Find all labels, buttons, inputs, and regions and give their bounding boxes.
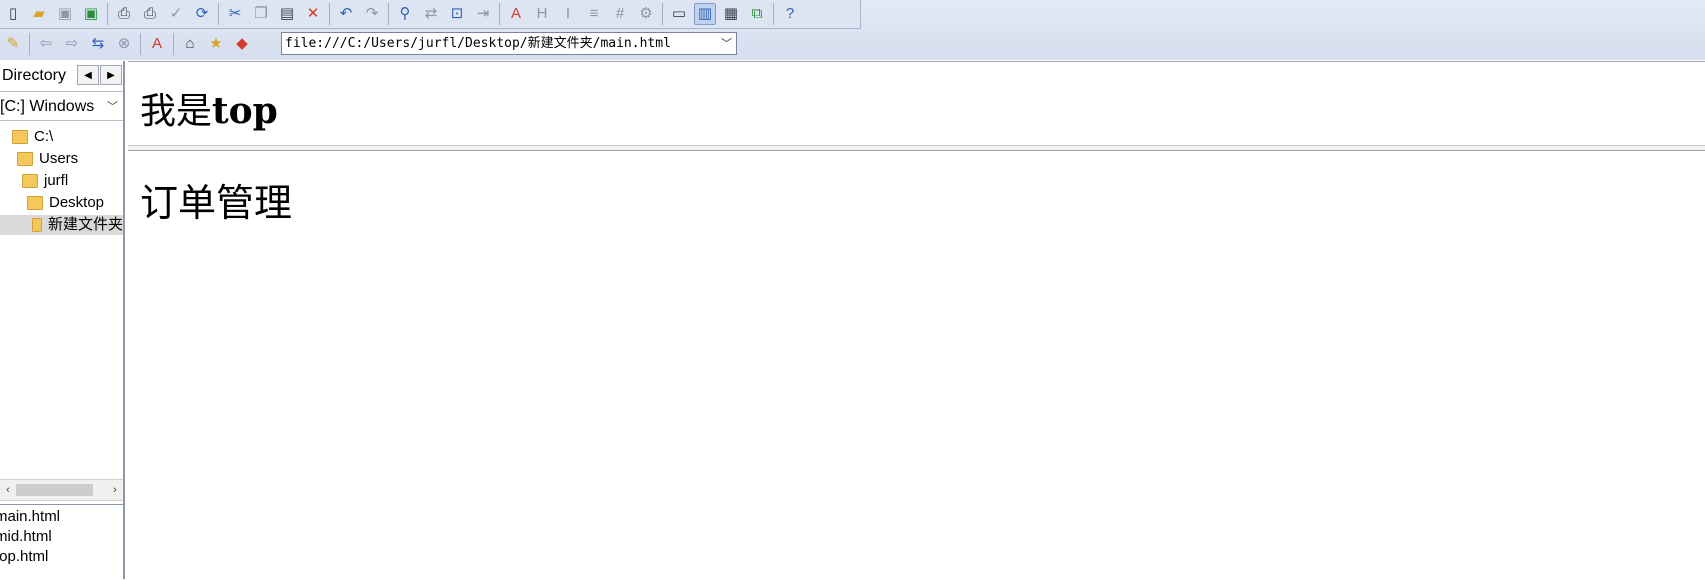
directory-title: Directory — [2, 67, 67, 84]
refresh-icon[interactable]: ⟳ — [191, 3, 213, 25]
indent-icon[interactable]: ⇥ — [472, 3, 494, 25]
edit-pencil-icon[interactable]: ✎ — [2, 33, 24, 55]
goto-icon[interactable]: ⊡ — [446, 3, 468, 25]
save-all-icon[interactable]: ▣ — [80, 3, 102, 25]
toolbar-area: ▯ ▰ ▣ ▣ ⎙ ⎙ ✓ ⟳ ✂ ❐ ▤ ✕ ↶ ↷ ⚲ ⇄ ⊡ ⇥ A H … — [0, 0, 1705, 60]
folder-icon — [27, 196, 43, 210]
toolbar-separator — [29, 33, 30, 55]
print-preview-icon[interactable]: ⎙ — [113, 3, 135, 25]
split-view-icon[interactable]: ▥ — [694, 3, 716, 25]
italic-icon[interactable]: I — [557, 3, 579, 25]
top-frame-heading-prefix: 我是 — [140, 91, 213, 132]
help-icon[interactable]: ? — [779, 3, 801, 25]
tree-item-jurfl[interactable]: jurfl — [22, 171, 123, 191]
normal-view-icon[interactable]: ▭ — [668, 3, 690, 25]
scroll-thumb[interactable] — [16, 484, 93, 496]
nav-toolbar: ✎ ⇦ ⇨ ⇆ ⊗ A ⌂ ★ ◆ — [0, 30, 255, 58]
toolbar-separator — [329, 3, 330, 25]
tree-item-c[interactable]: C:\ — [12, 127, 123, 147]
tree-item-label: Users — [39, 150, 79, 167]
replace-icon[interactable]: ⇄ — [420, 3, 442, 25]
next-panel-button[interactable]: ▶ — [100, 65, 122, 85]
tree-item-label: Desktop — [49, 194, 105, 211]
frame-divider[interactable] — [128, 145, 1705, 151]
heading-icon[interactable]: H — [531, 3, 553, 25]
tree-item-label: jurfl — [44, 172, 69, 189]
copy-icon[interactable]: ❐ — [250, 3, 272, 25]
folder-tree: C:\ Users jurfl Desktop 新建文件夹 — [0, 125, 123, 491]
main-frame-heading: 订单管理 — [140, 181, 293, 225]
paste-icon[interactable]: ▤ — [276, 3, 298, 25]
folder-icon — [32, 218, 42, 232]
back-icon[interactable]: ⇦ — [35, 33, 57, 55]
undo-icon[interactable]: ↶ — [335, 3, 357, 25]
file-item-top[interactable]: top.html — [0, 548, 48, 565]
cut-icon[interactable]: ✂ — [224, 3, 246, 25]
home-icon[interactable]: ⌂ — [179, 33, 201, 55]
directory-panel: Directory ◀ ▶ [C:] Windows ﹀ C:\ Users j… — [0, 61, 125, 579]
directory-header: Directory ◀ ▶ — [0, 61, 123, 92]
tree-item-desktop[interactable]: Desktop — [27, 193, 123, 213]
file-list: main.html mid.html top.html — [0, 504, 123, 580]
find-icon[interactable]: ⚲ — [394, 3, 416, 25]
outdent-icon[interactable]: ≡ — [583, 3, 605, 25]
toolbar-separator — [388, 3, 389, 25]
tree-item-label: C:\ — [34, 128, 54, 145]
tree-item-users[interactable]: Users — [17, 149, 123, 169]
delete-icon[interactable]: ✕ — [302, 3, 324, 25]
top-frame-heading: 我是top — [140, 82, 278, 134]
toolbar-separator — [218, 3, 219, 25]
font-icon[interactable]: A — [505, 3, 527, 25]
forward-icon[interactable]: ⇨ — [61, 33, 83, 55]
scroll-left-icon[interactable]: ‹ — [0, 480, 16, 500]
toolbar-separator — [107, 3, 108, 25]
preview-pane: 我是top 订单管理 — [128, 61, 1705, 580]
tree-item-new-folder[interactable]: 新建文件夹 — [0, 215, 123, 235]
print-icon[interactable]: ⎙ — [139, 3, 161, 25]
stop-icon[interactable]: ⊗ — [113, 33, 135, 55]
address-bar[interactable]: file:///C:/Users/jurfl/Desktop/新建文件夹/mai… — [281, 32, 737, 55]
validate-icon[interactable]: A — [146, 33, 168, 55]
address-text: file:///C:/Users/jurfl/Desktop/新建文件夹/mai… — [285, 36, 671, 51]
horizontal-scrollbar[interactable]: ‹ › — [0, 479, 123, 501]
preview-view-icon[interactable]: ▦ — [720, 3, 742, 25]
numbering-icon[interactable]: # — [609, 3, 631, 25]
bookmark-icon[interactable]: ◆ — [231, 33, 253, 55]
reload-icon[interactable]: ⇆ — [87, 33, 109, 55]
redo-icon[interactable]: ↷ — [361, 3, 383, 25]
spell-check-icon[interactable]: ✓ — [165, 3, 187, 25]
file-item-mid[interactable]: mid.html — [0, 528, 52, 545]
folder-icon — [12, 130, 28, 144]
scroll-right-icon[interactable]: › — [107, 480, 123, 500]
toolbar-separator — [140, 33, 141, 55]
chevron-down-icon: ﹀ — [107, 101, 118, 113]
top-frame: 我是top — [128, 62, 1705, 144]
favorites-icon[interactable]: ★ — [205, 33, 227, 55]
top-frame-heading-suffix: top — [212, 90, 278, 132]
tree-item-label: 新建文件夹 — [47, 216, 123, 233]
folder-icon — [17, 152, 33, 166]
new-file-icon[interactable]: ▯ — [2, 3, 24, 25]
settings-icon[interactable]: ⚙ — [635, 3, 657, 25]
drive-label: [C:] Windows — [0, 98, 95, 115]
prev-panel-button[interactable]: ◀ — [77, 65, 99, 85]
toolbar-separator — [499, 3, 500, 25]
folder-icon — [22, 174, 38, 188]
toolbar-separator — [173, 33, 174, 55]
external-view-icon[interactable]: ⧉ — [746, 3, 768, 25]
file-item-main[interactable]: main.html — [0, 508, 60, 525]
toolbar-separator — [662, 3, 663, 25]
toolbar-separator — [773, 3, 774, 25]
chevron-down-icon[interactable]: ﹀ — [721, 33, 732, 54]
main-toolbar: ▯ ▰ ▣ ▣ ⎙ ⎙ ✓ ⟳ ✂ ❐ ▤ ✕ ↶ ↷ ⚲ ⇄ ⊡ ⇥ A H … — [0, 0, 861, 29]
open-folder-icon[interactable]: ▰ — [28, 3, 50, 25]
drive-select[interactable]: [C:] Windows ﹀ — [0, 94, 123, 121]
save-icon[interactable]: ▣ — [54, 3, 76, 25]
